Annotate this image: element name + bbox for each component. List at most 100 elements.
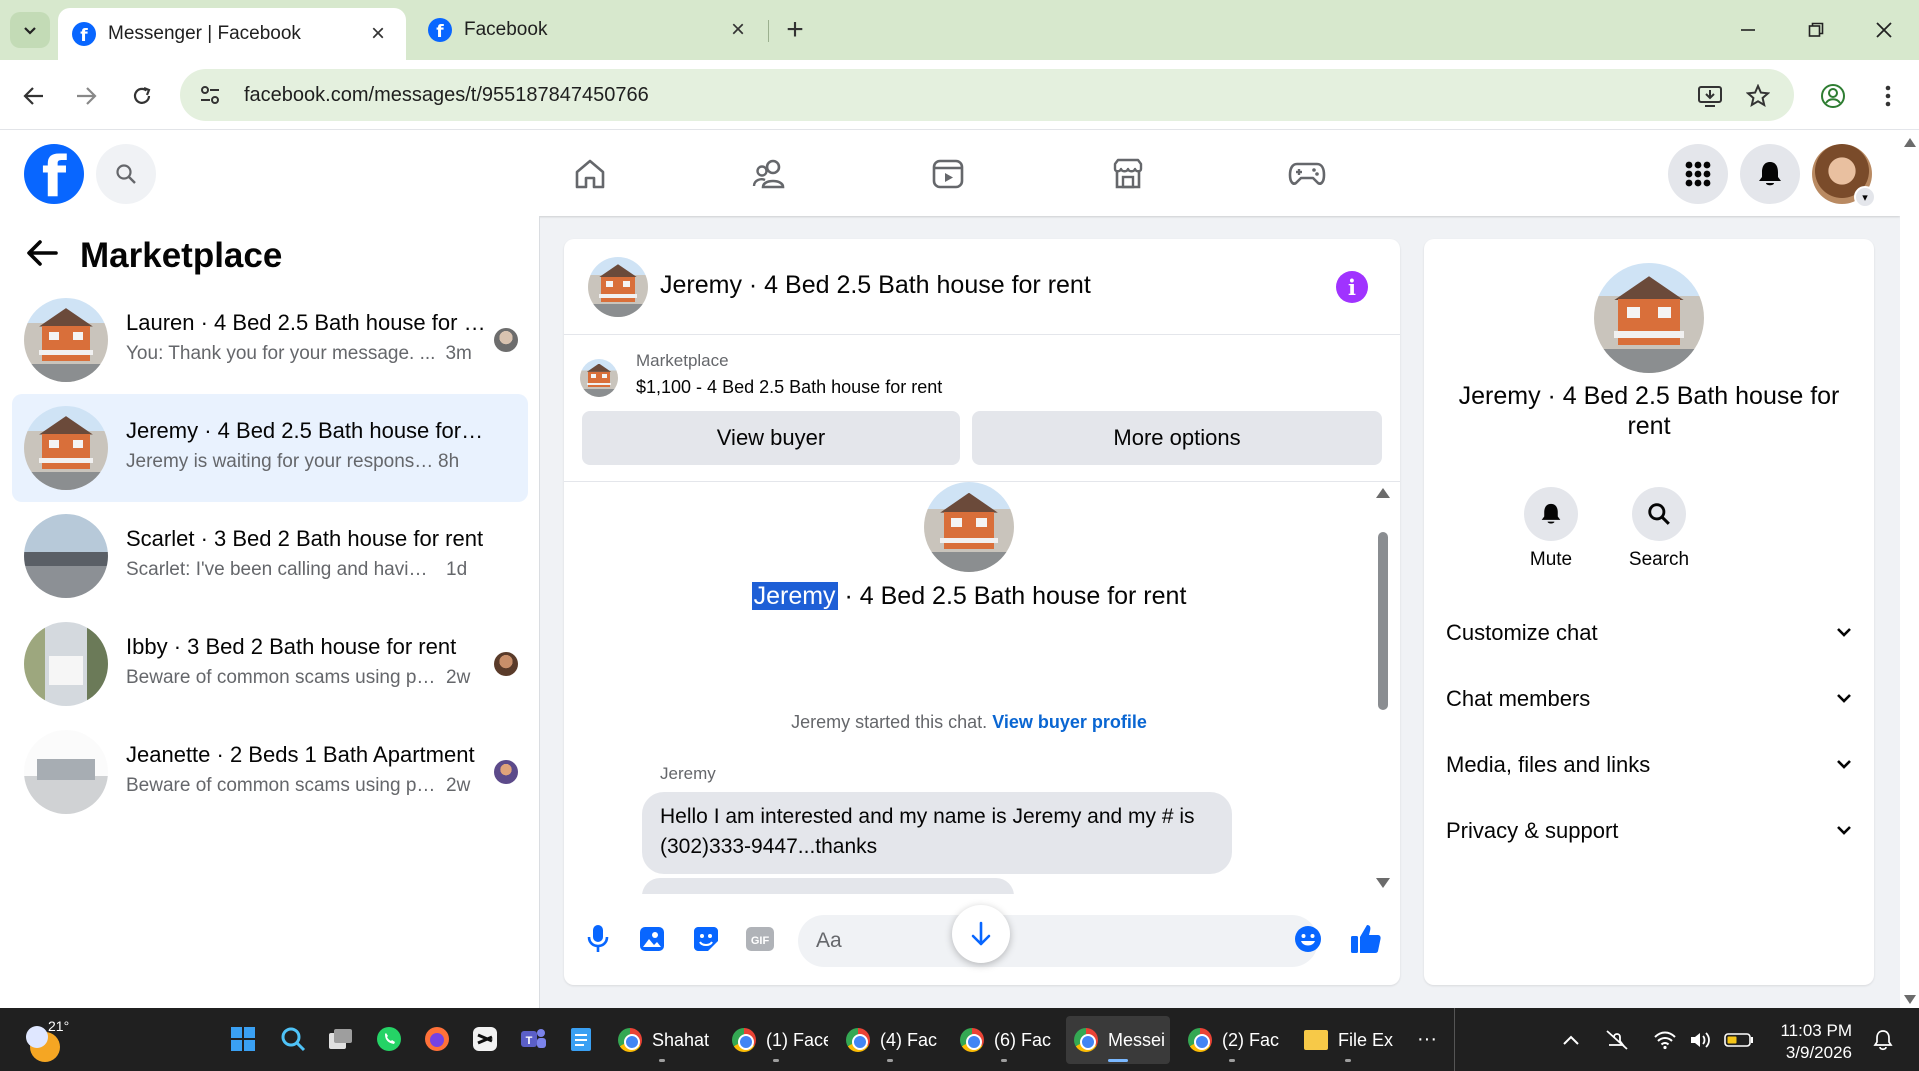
emoji-button[interactable] [1288,919,1328,959]
scroll-down-arrow[interactable] [1376,878,1390,888]
section-customize-chat[interactable]: Customize chat [1446,613,1856,653]
search-in-chat-button[interactable]: Search [1614,487,1704,571]
conversation-item[interactable]: Ibby · 3 Bed 2 Bath house for rent Bewar… [12,610,528,718]
section-label: Chat members [1446,686,1591,711]
section-media-files-links[interactable]: Media, files and links [1446,745,1856,785]
facebook-search-button[interactable] [96,144,156,204]
listing-price-title[interactable]: $1,100 - 4 Bed 2.5 Bath house for rent [636,377,942,398]
info-icon[interactable]: i [1336,271,1368,303]
voice-clip-button[interactable] [578,919,618,959]
nav-home[interactable] [560,152,620,196]
taskbar-app-file-explorer[interactable]: File Ex [1296,1016,1400,1064]
nav-gaming[interactable] [1277,152,1337,196]
back-arrow-icon[interactable] [26,237,58,276]
restore-button[interactable] [1794,12,1838,48]
thread-scrollbar[interactable] [1376,482,1390,894]
chat-header: Jeremy · 4 Bed 2.5 Bath house for rent i [564,239,1400,335]
scroll-down-arrow[interactable] [1904,995,1916,1004]
message-input[interactable]: Aa [798,915,1318,967]
scroll-up-arrow[interactable] [1376,488,1390,498]
profile-button[interactable] [1813,76,1853,116]
message-bubble[interactable]: Hello I am interested and my name is Jer… [642,792,1232,874]
chat-title[interactable]: Jeremy · 4 Bed 2.5 Bath house for rent [660,271,1091,300]
more-options-button[interactable]: More options [972,411,1382,465]
conversation-item[interactable]: Scarlet · 3 Bed 2 Bath house for rent Sc… [12,502,528,610]
intro-title-rest: · 4 Bed 2.5 Bath house for rent [837,582,1187,610]
taskbar-app-chrome[interactable]: (1) Face [724,1016,828,1064]
task-view-button[interactable] [324,1022,358,1056]
nav-video[interactable] [918,152,978,196]
conversation-item[interactable]: Lauren · 4 Bed 2.5 Bath house for rent Y… [12,286,528,394]
preview-time: 8h [438,451,460,472]
attach-photo-button[interactable] [632,919,672,959]
browser-menu-button[interactable] [1868,76,1908,116]
mute-button[interactable]: Mute [1506,487,1596,571]
whatsapp-app[interactable] [372,1022,406,1056]
taskbar-clock[interactable]: 11:03 PM 3/9/2026 [1772,1020,1852,1064]
like-button[interactable] [1346,919,1386,959]
show-hidden-icons-button[interactable] [1556,1026,1586,1054]
bookmark-button[interactable] [1738,76,1778,116]
message-bubble-partial[interactable] [642,878,1014,894]
new-tab-button[interactable]: + [778,14,812,46]
close-tab-icon[interactable]: × [364,20,392,48]
address-bar[interactable]: facebook.com/messages/t/955187847450766 [180,69,1794,121]
tab-messenger[interactable]: f Messenger | Facebook × [58,8,406,60]
section-chat-members[interactable]: Chat members [1446,679,1856,719]
menu-button[interactable] [1668,144,1728,204]
reload-button[interactable] [122,76,162,116]
scroll-thumb[interactable] [1378,532,1388,710]
close-tab-icon[interactable]: × [724,16,752,44]
view-buyer-button[interactable]: View buyer [582,411,960,465]
notifications-off-tray[interactable] [1602,1026,1632,1054]
weather-widget[interactable]: 21° [26,1018,76,1062]
taskbar-app-chrome[interactable]: Shahat [610,1016,714,1064]
volume-tray[interactable] [1686,1026,1716,1054]
capcut-app[interactable] [468,1022,502,1056]
view-buyer-profile-link[interactable]: View buyer profile [992,712,1147,732]
reload-icon [133,86,151,104]
svg-text:T: T [526,1035,533,1047]
notification-center-button[interactable] [1868,1026,1898,1054]
tab-facebook[interactable]: f Facebook × [414,8,766,52]
close-window-button[interactable] [1862,12,1906,48]
taskbar-overflow-button[interactable]: ··· [1410,1022,1444,1056]
close-icon [1876,22,1892,38]
conversation-list-panel: Marketplace Lauren · 4 Bed 2.5 Bath hous… [0,216,540,1008]
firefox-app[interactable] [420,1022,454,1056]
capcut-icon [473,1027,497,1051]
taskbar-app-chrome[interactable]: (6) Fac [952,1016,1056,1064]
wifi-tray[interactable] [1650,1026,1680,1054]
scroll-up-arrow[interactable] [1904,138,1916,147]
conversation-item-active[interactable]: Jeremy · 4 Bed 2.5 Bath house for rent J… [12,394,528,502]
tab-search-button[interactable] [10,12,50,48]
taskbar-app-label: (4) Fac [880,1029,938,1050]
nav-marketplace[interactable] [1098,152,1158,196]
message-composer: GIF Aa [564,905,1400,975]
taskbar-app-chrome[interactable]: (4) Fac [838,1016,942,1064]
back-button[interactable] [14,76,54,116]
forward-button[interactable] [66,76,106,116]
facebook-logo[interactable]: f [24,144,84,204]
account-avatar[interactable]: ▾ [1812,144,1876,208]
teams-app[interactable]: T [516,1022,550,1056]
install-app-button[interactable] [1690,76,1730,116]
gif-button[interactable]: GIF [740,919,780,959]
battery-tray[interactable] [1724,1026,1754,1054]
taskbar-search-button[interactable] [276,1022,310,1056]
minimize-button[interactable] [1726,12,1770,48]
taskbar-app-chrome-active[interactable]: Messei [1066,1016,1170,1064]
sticker-button[interactable] [686,919,726,959]
conversation-preview: You: Thank you for your message. ... 3m [126,343,506,365]
notepad-app[interactable] [564,1022,598,1056]
taskbar-app-chrome[interactable]: (2) Fac [1180,1016,1284,1064]
start-button[interactable] [226,1022,260,1056]
conversation-item[interactable]: Jeanette · 2 Beds 1 Bath Apartment Bewar… [12,718,528,826]
page-scrollbar[interactable] [1900,130,1919,1008]
section-privacy-support[interactable]: Privacy & support [1446,811,1856,851]
chat-thumbnail[interactable] [588,257,648,317]
notifications-button[interactable] [1740,144,1800,204]
nav-friends[interactable] [740,152,800,196]
site-settings-icon[interactable] [190,75,230,115]
scroll-to-bottom-button[interactable] [952,905,1010,963]
